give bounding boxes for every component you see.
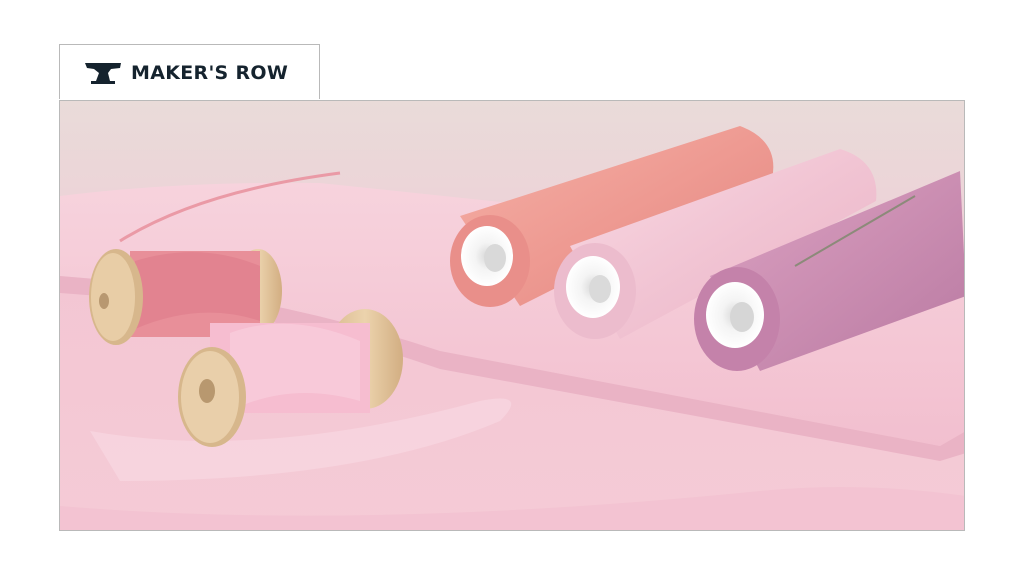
brand-name: MAKER'S ROW [131, 62, 289, 84]
brand-logo[interactable]: MAKER'S ROW [59, 44, 320, 99]
thread-spools-photo [60, 101, 964, 530]
hero-image [59, 100, 965, 531]
anvil-icon [85, 63, 121, 84]
